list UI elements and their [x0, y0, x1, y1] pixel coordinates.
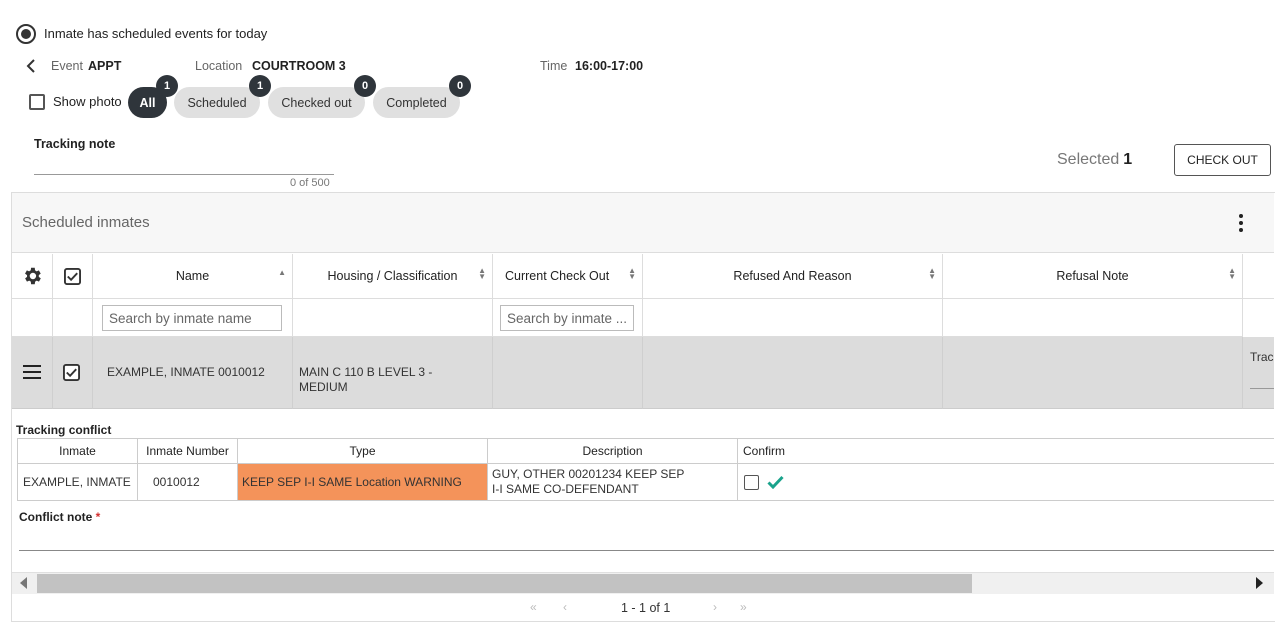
- selected-summary: Selected 1: [1057, 151, 1132, 169]
- conflict-title: Tracking conflict: [16, 423, 112, 437]
- select-all-cell: [53, 254, 93, 299]
- location-label: Location: [195, 59, 243, 73]
- column-current-checkout[interactable]: Current Check Out ▲ ▼: [493, 254, 643, 299]
- chip-checked-out-label: Checked out: [281, 95, 352, 110]
- conflict-col-confirm: Confirm: [738, 438, 1274, 464]
- radio-dot: [21, 29, 31, 39]
- conflict-number: 0010012: [138, 464, 238, 501]
- filter-cell: [643, 299, 943, 337]
- panel-title: Scheduled inmates: [22, 214, 150, 231]
- chip-completed-count: 0: [449, 75, 471, 97]
- conflict-note-text: Conflict note: [19, 510, 93, 524]
- time-label: Time: [540, 59, 568, 73]
- filter-cell: [53, 299, 93, 337]
- event-value: APPT: [88, 59, 122, 73]
- location-value: COURTROOM 3: [252, 59, 346, 73]
- column-overflow: [1243, 254, 1274, 299]
- event-label: Event: [51, 59, 83, 73]
- scheduled-events-radio[interactable]: [16, 24, 36, 44]
- column-refused-label: Refused And Reason: [733, 269, 852, 283]
- chip-scheduled-label: Scheduled: [187, 95, 247, 110]
- conflict-note-input[interactable]: [19, 528, 1274, 550]
- column-housing-label: Housing / Classification: [327, 269, 458, 283]
- scroll-right-icon[interactable]: [1256, 577, 1263, 589]
- checkout-search-input[interactable]: [500, 305, 634, 331]
- selected-count: 1: [1123, 151, 1133, 168]
- column-name[interactable]: Name ▲: [93, 254, 293, 299]
- select-all-checkbox[interactable]: [64, 267, 81, 285]
- row-tracking-line: [1250, 388, 1274, 389]
- chip-all-count: 1: [156, 75, 178, 97]
- column-name-label: Name: [175, 269, 210, 283]
- prev-page-icon[interactable]: ‹: [563, 600, 567, 614]
- filter-cell: [293, 299, 493, 337]
- row-cell: [493, 337, 643, 409]
- name-search-input[interactable]: [102, 305, 282, 331]
- confirm-checkbox[interactable]: [744, 474, 759, 490]
- conflict-inmate: EXAMPLE, INMATE: [17, 464, 138, 501]
- gear-icon[interactable]: [21, 265, 43, 287]
- conflict-col-type: Type: [238, 438, 488, 464]
- scroll-left-icon[interactable]: [20, 577, 27, 589]
- sort-icon: ▲ ▼: [1228, 266, 1236, 281]
- back-chevron-icon[interactable]: [24, 58, 40, 74]
- row-name: EXAMPLE, INMATE 0010012: [107, 365, 265, 379]
- sort-icon: ▲ ▼: [478, 266, 486, 281]
- check-icon[interactable]: [767, 475, 784, 489]
- column-refusal-note-label: Refusal Note: [1056, 269, 1129, 283]
- row-checkbox[interactable]: [63, 364, 80, 381]
- conflict-col-inmate: Inmate: [17, 438, 138, 464]
- last-page-icon[interactable]: »: [740, 600, 747, 614]
- time-value: 16:00-17:00: [575, 59, 644, 73]
- selected-label: Selected: [1057, 151, 1120, 168]
- show-photo-label: Show photo: [53, 94, 122, 109]
- next-page-icon[interactable]: ›: [713, 600, 717, 614]
- column-checkout-label: Current Check Out: [505, 269, 610, 283]
- filter-cell: [943, 299, 1243, 337]
- conflict-col-description: Description: [488, 438, 738, 464]
- row-cell: [943, 337, 1243, 409]
- menu-icon[interactable]: [23, 365, 41, 379]
- chip-checked-out[interactable]: Checked out: [268, 87, 365, 118]
- row-tracking-partial: Trac: [1250, 350, 1274, 364]
- sort-asc-icon: ▲: [278, 268, 286, 277]
- chip-all-label: All: [139, 95, 156, 110]
- scheduled-events-label: Inmate has scheduled events for today: [44, 26, 268, 41]
- chip-completed-label: Completed: [386, 95, 447, 110]
- column-settings[interactable]: [12, 254, 53, 299]
- tracking-note-underline: [34, 174, 334, 175]
- required-marker: *: [95, 510, 101, 524]
- tracking-note-input[interactable]: [34, 152, 334, 174]
- row-housing: MAIN C 110 B LEVEL 3 - MEDIUM: [299, 365, 433, 394]
- filter-cell: [12, 299, 53, 337]
- kebab-icon[interactable]: [1234, 212, 1248, 234]
- tracking-note-label: Tracking note: [34, 137, 116, 151]
- chip-scheduled[interactable]: Scheduled: [174, 87, 260, 118]
- tracking-note-counter: 0 of 500: [290, 177, 330, 189]
- column-refused-reason[interactable]: Refused And Reason ▲ ▼: [643, 254, 943, 299]
- column-housing[interactable]: Housing / Classification ▲ ▼: [293, 254, 493, 299]
- check-out-button[interactable]: CHECK OUT: [1174, 144, 1271, 176]
- conflict-note-label: Conflict note *: [19, 510, 100, 524]
- panel-header: [12, 193, 1274, 253]
- first-page-icon[interactable]: «: [530, 600, 537, 614]
- row-cell: [643, 337, 943, 409]
- column-refusal-note[interactable]: Refusal Note ▲ ▼: [943, 254, 1243, 299]
- sort-icon: ▲ ▼: [928, 266, 936, 281]
- conflict-type: KEEP SEP I-I SAME Location WARNING: [238, 464, 488, 501]
- conflict-note-underline: [19, 550, 1274, 551]
- chip-checked-out-count: 0: [354, 75, 376, 97]
- show-photo-checkbox[interactable]: [29, 94, 45, 110]
- conflict-col-number: Inmate Number: [138, 438, 238, 464]
- sort-icon: ▲ ▼: [628, 266, 636, 281]
- pager-text: 1 - 1 of 1: [621, 601, 671, 615]
- chip-scheduled-count: 1: [249, 75, 271, 97]
- conflict-description: GUY, OTHER 00201234 KEEP SEP I-I SAME CO…: [488, 464, 738, 501]
- conflict-confirm-cell: [738, 464, 1274, 501]
- scrollbar-thumb[interactable]: [37, 574, 972, 593]
- chip-completed[interactable]: Completed: [373, 87, 460, 118]
